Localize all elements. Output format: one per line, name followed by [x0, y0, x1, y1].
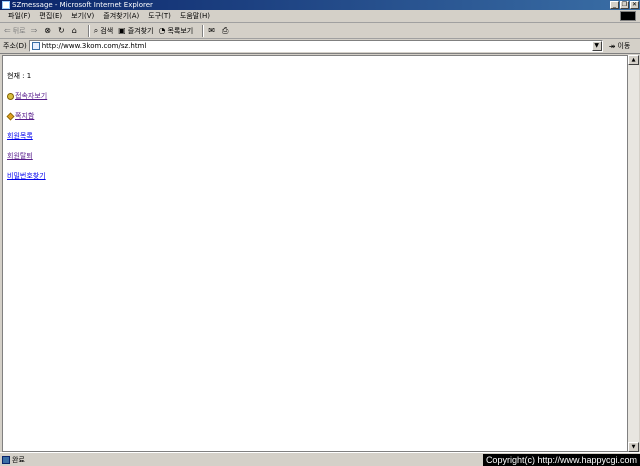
- toolbar-separator: [87, 24, 90, 37]
- online-users-icon: [7, 92, 14, 100]
- vertical-scrollbar[interactable]: ▲ ▼: [628, 55, 639, 452]
- go-label: 이동: [617, 42, 631, 50]
- close-button[interactable]: ✕: [630, 1, 639, 9]
- print-icon: ⎙: [221, 25, 229, 35]
- member-list-link[interactable]: 회원목록: [7, 131, 33, 141]
- standard-toolbar: ⇐ 뒤로 ⇒ ⊗ ↻ ⌂ ⌕ 검색 ▣ 즐겨찾기 ◔ 목록보기 ✉ ⎙: [0, 23, 640, 39]
- address-label: 주소(D): [3, 42, 27, 50]
- mail-icon: ✉: [208, 26, 215, 35]
- windows-logo-icon: [620, 11, 636, 21]
- message-box-icon: [6, 112, 15, 120]
- favorites-button[interactable]: ▣ 즐겨찾기: [118, 26, 153, 36]
- status-text: 완료: [12, 455, 25, 464]
- home-icon: ⌂: [71, 26, 77, 35]
- stop-icon: ⊗: [44, 26, 51, 35]
- menu-bar: 파일(F) 편집(E) 보기(V) 즐겨찾기(A) 도구(T) 도움말(H): [0, 10, 640, 23]
- refresh-icon: ↻: [58, 26, 65, 35]
- print-button[interactable]: ⎙: [222, 26, 230, 36]
- menu-help[interactable]: 도움말(H): [180, 11, 210, 21]
- favorites-label: 즐겨찾기: [127, 26, 154, 35]
- page-content: 현재 : 1 접속자보기 쪽지함 회원목록 회원탈퇴 비밀번호찾기: [2, 55, 628, 452]
- list-item: 접속자보기: [7, 86, 623, 106]
- forward-arrow-icon: ⇒: [30, 26, 38, 35]
- address-dropdown-button[interactable]: ▼: [591, 41, 602, 51]
- message-box-link[interactable]: 쪽지함: [15, 111, 34, 121]
- page-done-icon: [2, 455, 10, 464]
- mail-button[interactable]: ✉: [208, 26, 217, 35]
- scroll-down-button[interactable]: ▼: [628, 442, 639, 452]
- current-count: 현재 : 1: [7, 72, 32, 80]
- menu-file[interactable]: 파일(F): [8, 11, 30, 21]
- list-item: 회원목록: [7, 126, 623, 146]
- search-label: 검색: [100, 26, 114, 35]
- online-users-link[interactable]: 접속자보기: [15, 91, 47, 101]
- window-title: SZmessage - Microsoft Internet Explorer: [12, 1, 153, 9]
- ie-icon: [2, 1, 10, 9]
- search-button[interactable]: ⌕ 검색: [94, 26, 113, 36]
- go-arrow-icon: ↠: [608, 41, 616, 51]
- scroll-up-button[interactable]: ▲: [628, 55, 639, 65]
- window-controls: _ ❐ ✕: [610, 1, 639, 9]
- favorites-icon: ▣: [118, 26, 126, 35]
- copyright-watermark: Copyright(c) http://www.happycgi.com: [482, 454, 640, 466]
- status-bar: 완료 Copyright(c) http://www.happycgi.com: [0, 452, 640, 466]
- menu-favorites[interactable]: 즐겨찾기(A): [103, 11, 139, 21]
- search-icon: ⌕: [93, 25, 99, 35]
- back-arrow-icon: ⇐: [4, 26, 11, 35]
- forward-button[interactable]: ⇒: [31, 26, 40, 35]
- go-button[interactable]: ↠ 이동: [609, 41, 631, 51]
- toolbar-separator: [202, 24, 205, 37]
- back-button[interactable]: ⇐ 뒤로: [4, 26, 26, 36]
- back-label: 뒤로: [12, 26, 26, 35]
- address-field: ▼: [28, 40, 603, 52]
- address-bar: 주소(D) ▼ ↠ 이동: [0, 39, 640, 54]
- history-label: 목록보기: [167, 26, 194, 35]
- history-icon: ◔: [158, 26, 166, 35]
- address-input[interactable]: [41, 41, 597, 51]
- list-item: 회원탈퇴: [7, 146, 623, 166]
- history-button[interactable]: ◔ 목록보기: [158, 26, 193, 36]
- stop-button[interactable]: ⊗: [44, 26, 53, 35]
- menu-view[interactable]: 보기(V): [71, 11, 94, 21]
- title-bar: SZmessage - Microsoft Internet Explorer …: [0, 0, 640, 10]
- list-item: 비밀번호찾기: [7, 166, 623, 186]
- withdraw-link[interactable]: 회원탈퇴: [7, 151, 33, 161]
- list-item: 쪽지함: [6, 106, 623, 126]
- refresh-button[interactable]: ↻: [58, 26, 67, 35]
- find-password-link[interactable]: 비밀번호찾기: [7, 171, 46, 181]
- menu-edit[interactable]: 편집(E): [39, 11, 62, 21]
- page-icon: [31, 42, 40, 50]
- restore-button[interactable]: ❐: [620, 1, 629, 9]
- minimize-button[interactable]: _: [610, 1, 619, 9]
- menu-tools[interactable]: 도구(T): [148, 11, 171, 21]
- home-button[interactable]: ⌂: [72, 26, 79, 35]
